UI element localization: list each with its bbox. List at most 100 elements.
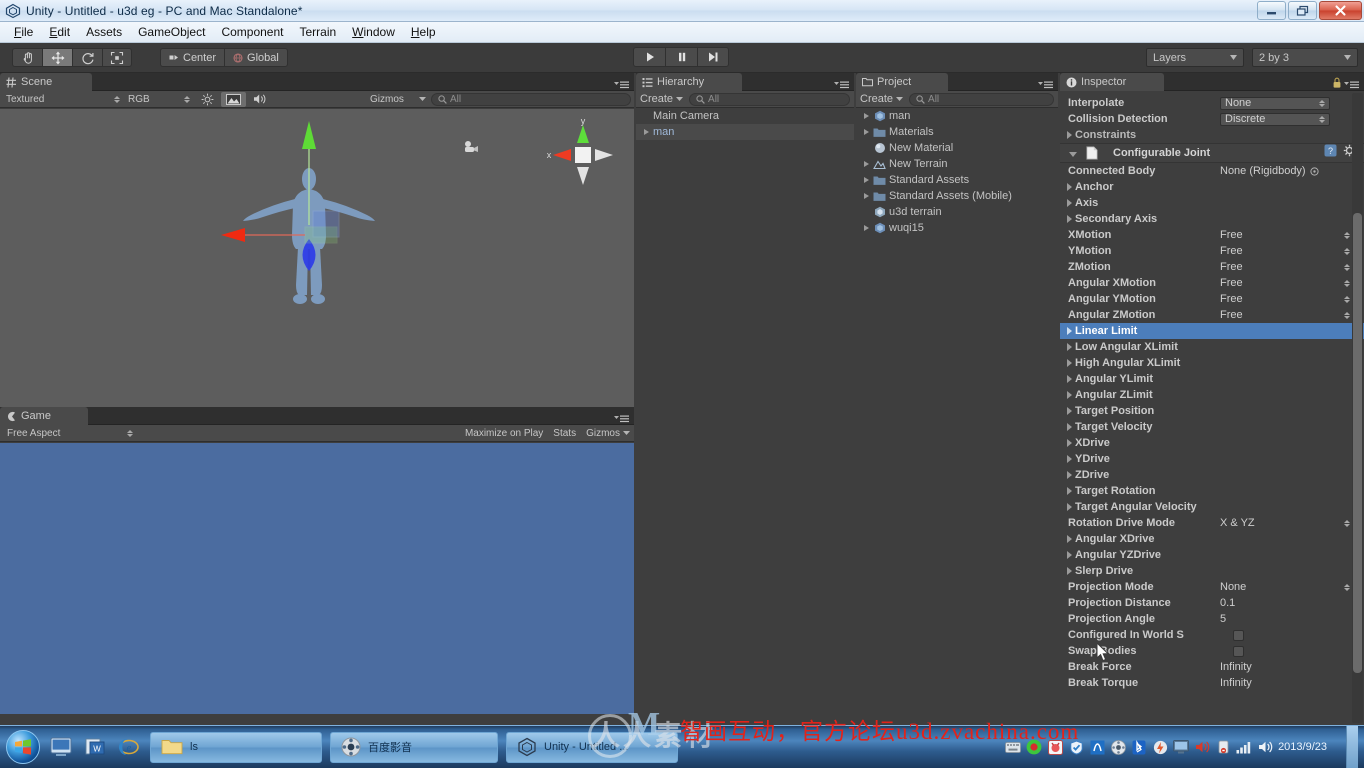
inspector-row-rotation-drive-mode[interactable]: Rotation Drive Mode X & YZ bbox=[1060, 515, 1364, 531]
project-item-wuqi15[interactable]: wuqi15 bbox=[856, 220, 1058, 236]
project-search-input[interactable]: All bbox=[909, 92, 1054, 106]
scene-panel-menu-icon[interactable] bbox=[614, 77, 630, 95]
inspector-row-angular-ymotion[interactable]: Angular YMotion Free bbox=[1060, 291, 1364, 307]
inspector-row-angular-xmotion[interactable]: Angular XMotion Free bbox=[1060, 275, 1364, 291]
character-model[interactable] bbox=[205, 115, 405, 335]
project-item-new-material[interactable]: New Material bbox=[856, 140, 1058, 156]
inspector-row-collision-detection[interactable]: Collision Detection Discrete bbox=[1060, 111, 1364, 127]
inspector-row-projection-distance[interactable]: Projection Distance 0.1 bbox=[1060, 595, 1364, 611]
inspector-row-zdrive[interactable]: ZDrive bbox=[1060, 467, 1364, 483]
inspector-scrollbar[interactable] bbox=[1352, 93, 1363, 723]
hierarchy-panel-menu-icon[interactable] bbox=[834, 77, 850, 95]
menu-component[interactable]: Component bbox=[213, 23, 291, 41]
expand-arrow-icon[interactable] bbox=[1067, 375, 1072, 383]
project-item-materials[interactable]: Materials bbox=[856, 124, 1058, 140]
volume-icon[interactable] bbox=[1257, 739, 1273, 755]
start-button[interactable] bbox=[6, 730, 40, 764]
scene-search-input[interactable]: All bbox=[431, 92, 631, 106]
expand-arrow-icon[interactable] bbox=[1067, 343, 1072, 351]
tab-scene[interactable]: Scene bbox=[0, 73, 92, 91]
stepper-icon[interactable] bbox=[1344, 247, 1350, 255]
inspector-row-angular-xdrive[interactable]: Angular XDrive bbox=[1060, 531, 1364, 547]
scene-fx-toggle[interactable] bbox=[221, 91, 246, 107]
inspector-row-anchor[interactable]: Anchor bbox=[1060, 179, 1364, 195]
taskbar-item-ls[interactable]: ls bbox=[150, 731, 322, 763]
play-button[interactable] bbox=[633, 47, 665, 67]
expand-arrow-icon[interactable] bbox=[1067, 359, 1072, 367]
scene-lighting-toggle[interactable] bbox=[195, 93, 219, 106]
swap-bodies-checkbox[interactable] bbox=[1233, 645, 1244, 657]
monitor-icon[interactable] bbox=[1173, 739, 1190, 755]
menu-help[interactable]: Help bbox=[403, 23, 444, 41]
game-gizmos-dropdown[interactable]: Gizmos bbox=[586, 428, 630, 439]
inspector-row-low-angular-xlimit[interactable]: Low Angular XLimit bbox=[1060, 339, 1364, 355]
expand-arrow-icon[interactable] bbox=[864, 113, 869, 119]
inspector-row-projection-mode[interactable]: Projection Mode None bbox=[1060, 579, 1364, 595]
inspector-row-connected-body[interactable]: Connected Body None (Rigidbody) bbox=[1060, 163, 1364, 179]
quicklaunch-office[interactable]: W bbox=[82, 734, 108, 760]
expand-arrow-icon[interactable] bbox=[864, 161, 869, 167]
stepper-icon[interactable] bbox=[1344, 295, 1350, 303]
menu-file[interactable]: File bbox=[6, 23, 41, 41]
stepper-icon[interactable] bbox=[1344, 519, 1350, 527]
scale-tool-button[interactable] bbox=[102, 48, 132, 67]
menu-window[interactable]: Window bbox=[344, 23, 403, 41]
hierarchy-item-man[interactable]: man bbox=[636, 124, 854, 140]
expand-arrow-icon[interactable] bbox=[864, 225, 869, 231]
expand-arrow-icon[interactable] bbox=[864, 193, 869, 199]
interpolate-dropdown[interactable]: None bbox=[1220, 96, 1330, 110]
inspector-row-projection-angle[interactable]: Projection Angle 5 bbox=[1060, 611, 1364, 627]
expand-arrow-icon[interactable] bbox=[1067, 131, 1072, 139]
configured-in-world-space-checkbox[interactable] bbox=[1233, 629, 1244, 641]
inspector-row-ydrive[interactable]: YDrive bbox=[1060, 451, 1364, 467]
expand-arrow-icon[interactable] bbox=[1067, 567, 1072, 575]
inspector-row-axis[interactable]: Axis bbox=[1060, 195, 1364, 211]
inspector-row-xdrive[interactable]: XDrive bbox=[1060, 435, 1364, 451]
project-panel-menu-icon[interactable] bbox=[1038, 77, 1054, 95]
expand-arrow-icon[interactable] bbox=[1067, 391, 1072, 399]
project-item-u3d-terrain[interactable]: u3d terrain bbox=[856, 204, 1058, 220]
inspector-row-zmotion[interactable]: ZMotion Free bbox=[1060, 259, 1364, 275]
inspector-row-ymotion[interactable]: YMotion Free bbox=[1060, 243, 1364, 259]
quicklaunch-internet-explorer[interactable]: e bbox=[116, 734, 142, 760]
flash-icon[interactable] bbox=[1152, 739, 1168, 755]
hierarchy-search-input[interactable]: All bbox=[689, 92, 850, 106]
stepper-icon[interactable] bbox=[1344, 231, 1350, 239]
scene-audio-toggle[interactable] bbox=[248, 93, 272, 105]
project-create-button[interactable]: Create bbox=[860, 93, 904, 105]
stats-toggle[interactable]: Stats bbox=[553, 428, 576, 439]
scene-axis-gizmo[interactable]: y x bbox=[540, 116, 630, 189]
expand-arrow-icon[interactable] bbox=[1069, 151, 1077, 157]
row-value[interactable]: 5 bbox=[1220, 613, 1364, 625]
show-desktop-button[interactable] bbox=[1346, 725, 1358, 768]
expand-arrow-icon[interactable] bbox=[644, 129, 649, 135]
expand-arrow-icon[interactable] bbox=[1067, 199, 1072, 207]
hand-tool-button[interactable] bbox=[12, 48, 42, 67]
speaker-red-icon[interactable] bbox=[1194, 739, 1210, 755]
rotate-tool-button[interactable] bbox=[72, 48, 102, 67]
hierarchy-create-button[interactable]: Create bbox=[640, 93, 684, 105]
menu-gameobject[interactable]: GameObject bbox=[130, 23, 213, 41]
expand-arrow-icon[interactable] bbox=[1067, 183, 1072, 191]
collision-detection-dropdown[interactable]: Discrete bbox=[1220, 112, 1330, 126]
tencent-icon[interactable] bbox=[1089, 739, 1105, 755]
taskbar-clock[interactable]: 2013/9/23 bbox=[1278, 741, 1337, 754]
layers-dropdown[interactable]: Layers bbox=[1146, 48, 1244, 67]
inspector-row-interpolate[interactable]: Interpolate None bbox=[1060, 95, 1364, 111]
layout-dropdown[interactable]: 2 by 3 bbox=[1252, 48, 1358, 67]
expand-arrow-icon[interactable] bbox=[1067, 407, 1072, 415]
expand-arrow-icon[interactable] bbox=[1067, 327, 1072, 335]
pivot-rotation-button[interactable]: Global bbox=[224, 48, 288, 67]
move-tool-button[interactable] bbox=[42, 48, 72, 67]
tab-hierarchy[interactable]: Hierarchy bbox=[636, 73, 742, 91]
inspector-row-angular-zmotion[interactable]: Angular ZMotion Free bbox=[1060, 307, 1364, 323]
menu-assets[interactable]: Assets bbox=[78, 23, 130, 41]
expand-arrow-icon[interactable] bbox=[1067, 503, 1072, 511]
game-aspect-dropdown[interactable]: Free Aspect bbox=[4, 426, 136, 440]
row-value[interactable]: 0.1 bbox=[1220, 597, 1364, 609]
inspector-row-target-position[interactable]: Target Position bbox=[1060, 403, 1364, 419]
expand-arrow-icon[interactable] bbox=[1067, 551, 1072, 559]
tab-project[interactable]: Project bbox=[856, 73, 948, 91]
scene-viewport[interactable]: y x bbox=[0, 109, 634, 407]
expand-arrow-icon[interactable] bbox=[864, 177, 869, 183]
